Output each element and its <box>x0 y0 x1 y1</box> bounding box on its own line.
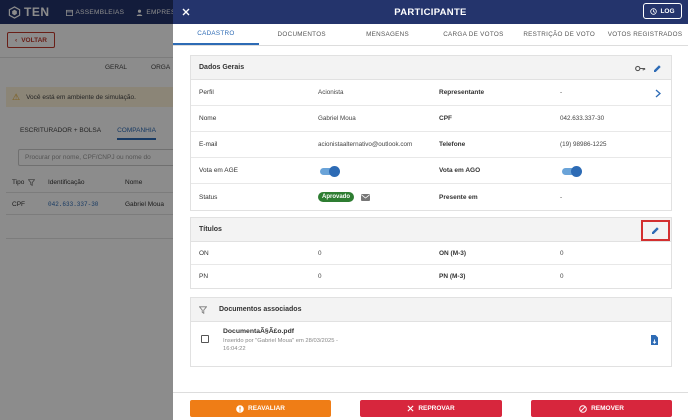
log-button[interactable]: LOG <box>643 3 682 19</box>
representante-value: - <box>560 89 563 96</box>
titulos-title: Títulos <box>199 226 222 233</box>
edit-titulos-button[interactable] <box>641 220 670 241</box>
row-pn: PN 0 PN (M-3) 0 <box>191 265 671 288</box>
close-button[interactable] <box>178 4 194 20</box>
documentos-header: Documentos associados <box>191 298 671 322</box>
document-row: DocumentaÃ§Ã£o.pdf Inserido por "Gabriel… <box>191 322 671 366</box>
edit-dados-button[interactable] <box>651 62 663 74</box>
chevron-right-icon <box>655 89 661 97</box>
representante-details-button[interactable] <box>652 87 664 99</box>
filter-icon[interactable] <box>199 305 207 314</box>
block-icon <box>579 404 587 413</box>
pn-value: 0 <box>318 273 322 280</box>
perfil-value: Acionista <box>318 89 344 96</box>
drawer-header: PARTICIPANTE LOG <box>173 0 688 24</box>
dados-gerais-card: Dados Gerais Perfil Acionista Representa… <box>190 55 672 211</box>
tab-documentos[interactable]: DOCUMENTOS <box>259 24 345 45</box>
on-value: 0 <box>318 249 322 257</box>
close-icon <box>182 8 190 16</box>
nome-value: Gabriel Moua <box>318 115 356 122</box>
on-m3-value: 0 <box>560 249 564 257</box>
alert-circle-icon <box>236 404 244 413</box>
document-name[interactable]: DocumentaÃ§Ã£o.pdf <box>223 328 294 335</box>
nome-label: Nome <box>199 115 217 122</box>
vota-age-label: Vota em AGE <box>199 167 239 174</box>
email-label: E-mail <box>199 141 218 148</box>
presente-value: - <box>560 193 563 201</box>
key-icon <box>634 65 645 71</box>
titulos-header: Títulos <box>191 218 671 242</box>
document-meta: Inserido por "Gabriel Moua" em 28/03/202… <box>223 338 338 352</box>
status-badge: Aprovado <box>318 192 355 202</box>
presente-label: Presente em <box>439 193 478 201</box>
close-icon <box>407 405 414 412</box>
cpf-label: CPF <box>439 115 452 122</box>
telefone-label: Telefone <box>439 141 466 148</box>
participant-drawer: PARTICIPANTE LOG CADASTRO DOCUMENTOS MEN… <box>173 0 688 420</box>
tab-carga-de-votos[interactable]: CARGA DE VOTOS <box>430 24 516 45</box>
pn-m3-label: PN (M-3) <box>439 273 466 280</box>
history-icon <box>650 7 658 15</box>
reavaliar-button[interactable]: REAVALIAR <box>190 400 331 417</box>
status-message-button[interactable] <box>359 192 371 202</box>
pn-m3-value: 0 <box>560 273 564 280</box>
reprovar-button[interactable]: REPROVAR <box>360 400 502 417</box>
row-votos: Vota em AGE Vota em AGO <box>191 158 671 184</box>
pn-label: PN <box>199 273 209 280</box>
perfil-label: Perfil <box>199 89 214 96</box>
remover-label: REMOVER <box>591 405 624 412</box>
log-button-label: LOG <box>660 7 675 15</box>
drawer-tabs: CADASTRO DOCUMENTOS MENSAGENS CARGA DE V… <box>173 24 688 46</box>
pencil-icon <box>653 64 661 72</box>
cpf-value: 042.633.337-30 <box>560 115 605 122</box>
representante-label: Representante <box>439 89 485 96</box>
tab-cadastro[interactable]: CADASTRO <box>173 24 259 45</box>
status-label: Status <box>199 193 218 201</box>
vota-ago-toggle[interactable] <box>562 166 582 177</box>
documentos-card: Documentos associados DocumentaÃ§Ã£o.pdf… <box>190 297 672 367</box>
row-status: Status Aprovado Presente em - <box>191 184 671 210</box>
vota-ago-label: Vota em AGO <box>439 167 481 174</box>
document-checkbox[interactable] <box>201 335 209 343</box>
dados-gerais-header: Dados Gerais <box>191 56 671 80</box>
remover-button[interactable]: REMOVER <box>531 400 672 417</box>
row-perfil: Perfil Acionista Representante - <box>191 80 671 106</box>
tab-restricao-de-voto[interactable]: RESTRIÇÃO DE VOTO <box>516 24 602 45</box>
mail-icon <box>360 193 370 201</box>
reavaliar-label: REAVALIAR <box>248 405 285 412</box>
vota-age-toggle[interactable] <box>320 166 340 177</box>
drawer-title: PARTICIPANTE <box>394 6 467 18</box>
documentos-title: Documentos associados <box>219 306 302 313</box>
key-button[interactable] <box>634 62 646 74</box>
email-value: acionistaalternativo@outlook.com <box>318 141 413 148</box>
tab-votos-registrados[interactable]: VOTOS REGISTRADOS <box>602 24 688 45</box>
dados-gerais-title: Dados Gerais <box>199 64 245 71</box>
row-nome: Nome Gabriel Moua CPF 042.633.337-30 <box>191 106 671 132</box>
reprovar-label: REPROVAR <box>418 405 455 412</box>
titulos-card: Títulos ON 0 ON (M-3) 0 PN 0 PN (M-3) 0 <box>190 217 672 289</box>
pencil-icon <box>652 227 659 234</box>
on-m3-label: ON (M-3) <box>439 249 467 257</box>
file-download-icon <box>650 335 658 345</box>
drawer-footer: REAVALIAR REPROVAR REMOVER <box>173 392 688 420</box>
tab-mensagens[interactable]: MENSAGENS <box>345 24 431 45</box>
row-on: ON 0 ON (M-3) 0 <box>191 242 671 265</box>
document-download-button[interactable] <box>648 334 660 346</box>
on-label: ON <box>199 249 209 257</box>
telefone-value: (19) 98986-1225 <box>560 141 607 148</box>
row-email: E-mail acionistaalternativo@outlook.com … <box>191 132 671 158</box>
